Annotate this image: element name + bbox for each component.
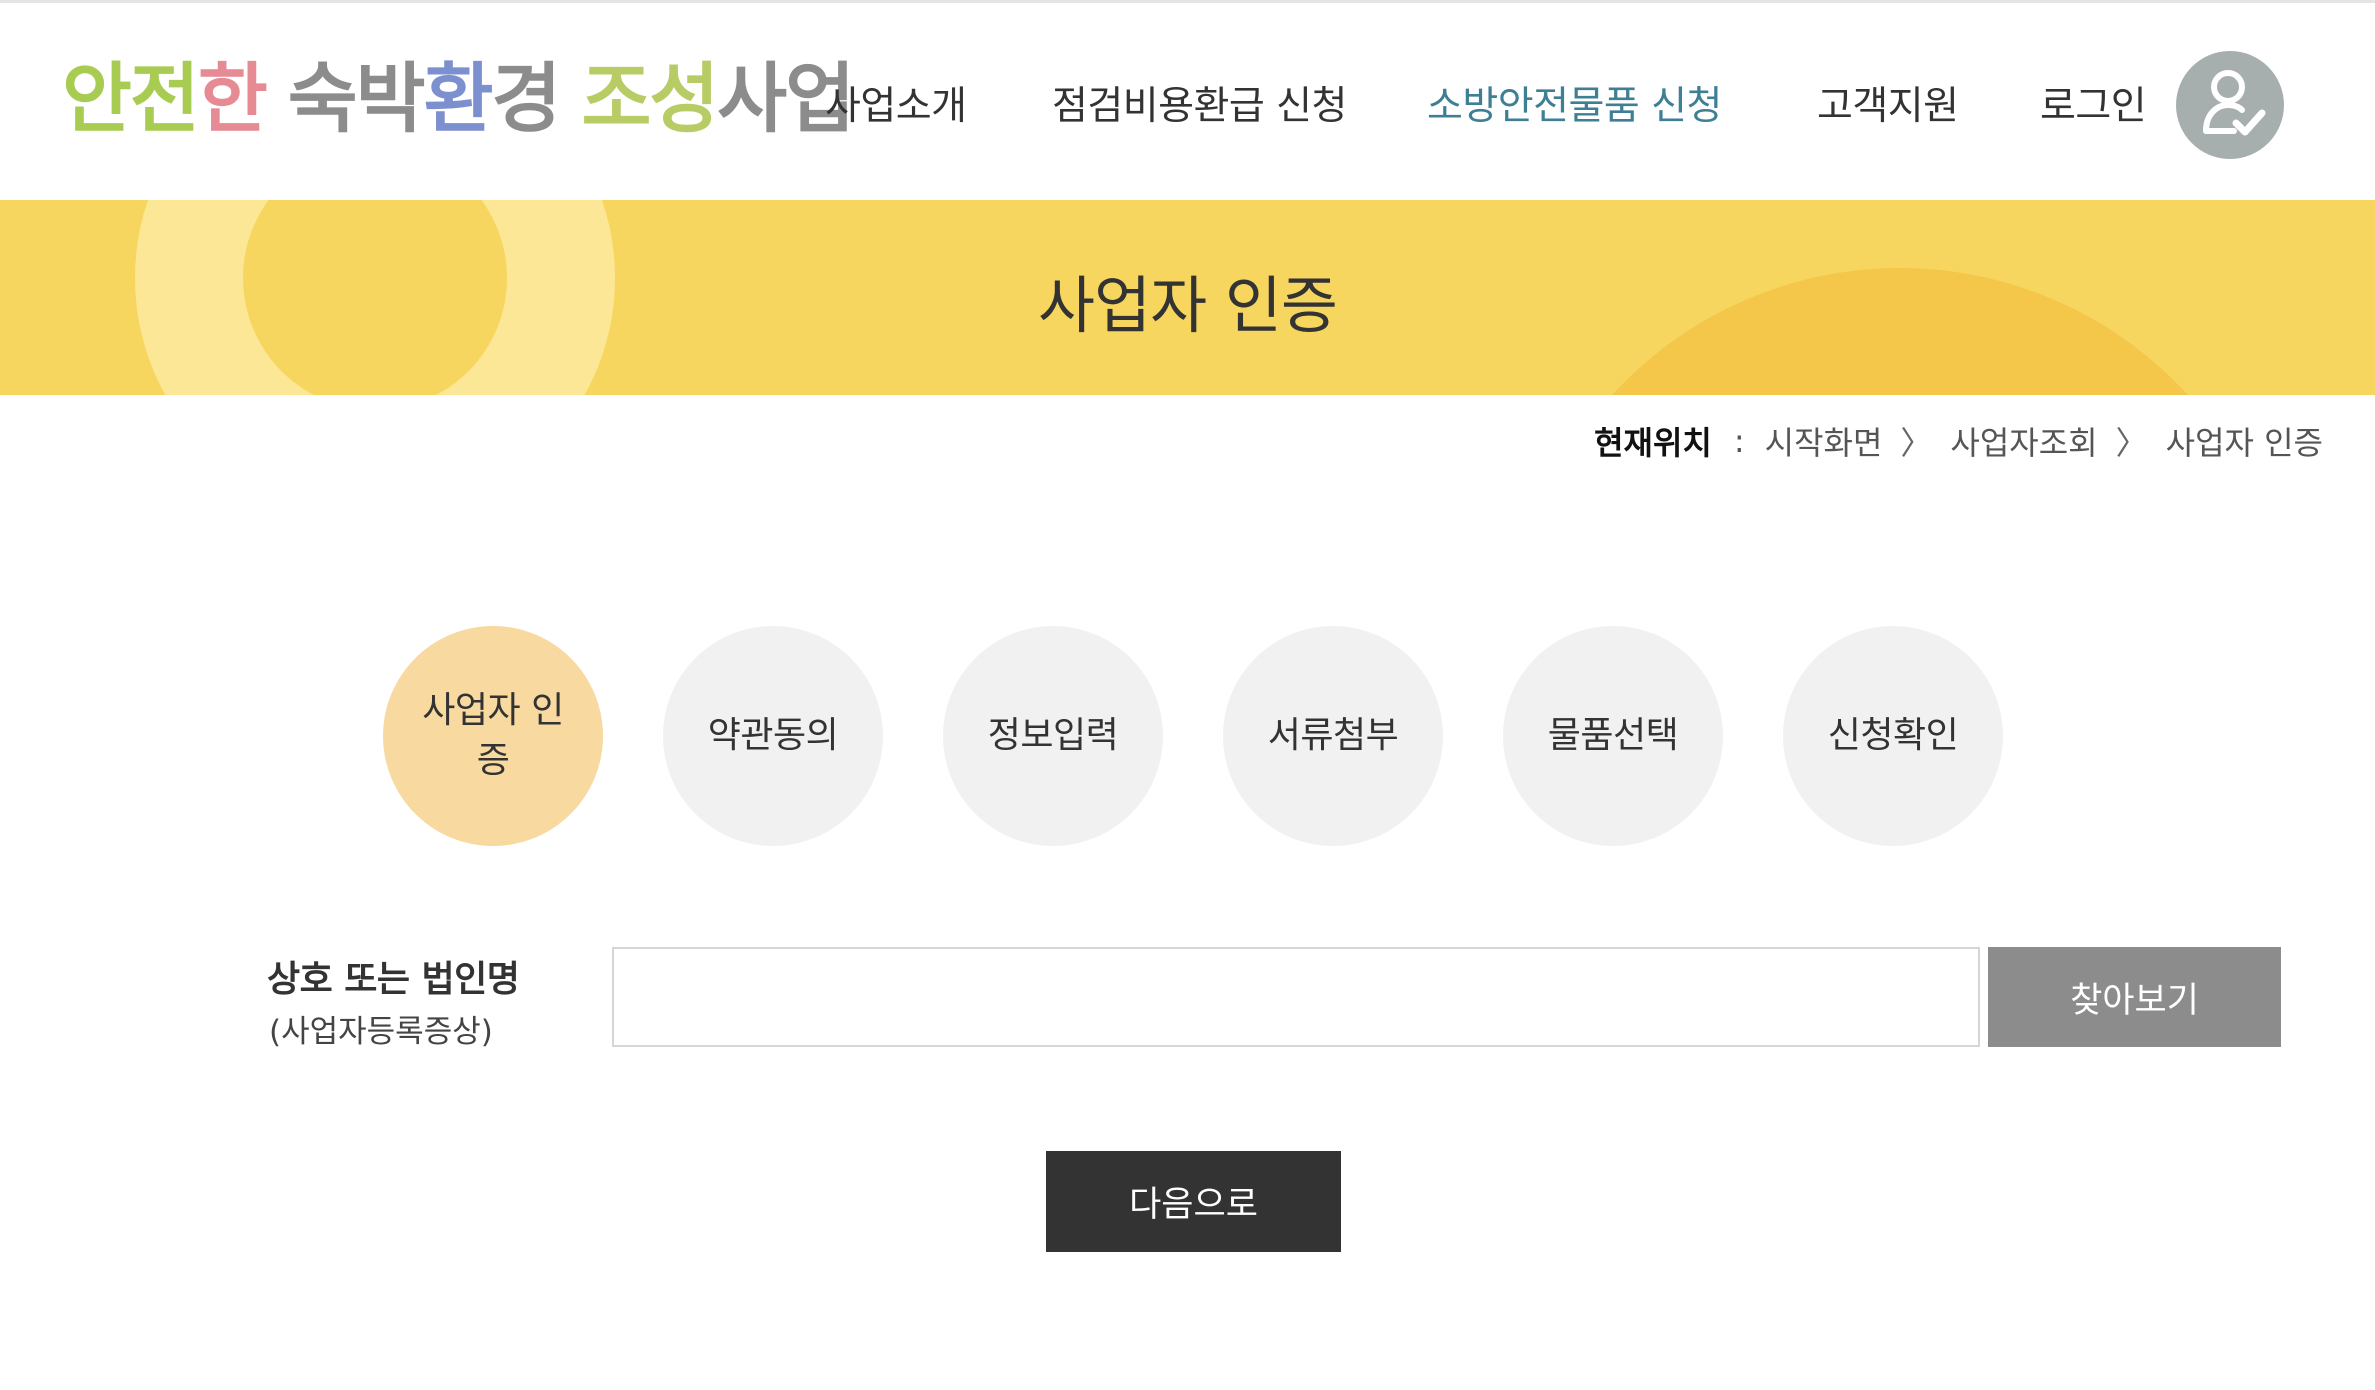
business-name-label: 상호 또는 법인명: [267, 959, 520, 1000]
breadcrumb-item-current: 사업자 인증: [2165, 424, 2323, 462]
step-item-select: 물품선택: [1503, 626, 1723, 846]
step-document-attach: 서류첨부: [1223, 626, 1443, 846]
site-header: 안전 한 숙박 환 경 조성 사업 사업소개 점검비용환급 신청 소방안전물품 신청 고객지…: [0, 0, 2375, 200]
breadcrumb-colon: :: [1733, 422, 1745, 460]
login-link[interactable]: 로그인: [2040, 75, 2147, 131]
breadcrumb-item-home[interactable]: 시작화면: [1765, 418, 1883, 464]
breadcrumb: 현재위치 : 시작화면 〉 사업자조회 〉 사업자 인증: [1594, 418, 2323, 464]
step-business-verification: 사업자 인증: [383, 626, 603, 846]
breadcrumb-separator-icon: 〉: [1900, 424, 1933, 462]
breadcrumb-separator-icon: 〉: [2115, 424, 2148, 462]
business-name-sublabel: (사업자등록증상): [269, 1014, 493, 1050]
business-name-input[interactable]: [612, 947, 1980, 1047]
step-terms-agreement: 약관동의: [663, 626, 883, 846]
nav-item-customer-support[interactable]: 고객지원: [1817, 75, 1959, 131]
next-button[interactable]: 다음으로: [1046, 1151, 1341, 1252]
site-logo[interactable]: 안전 한 숙박 환 경 조성 사업: [62, 54, 855, 143]
nav-item-fire-safety-request[interactable]: 소방안전물품 신청: [1427, 75, 1722, 131]
progress-steps: 사업자 인증 약관동의 정보입력 서류첨부 물품선택 신청확인: [383, 626, 2003, 846]
breadcrumb-label: 현재위치: [1594, 424, 1712, 462]
step-request-confirm: 신청확인: [1783, 626, 2003, 846]
user-check-icon[interactable]: [2176, 51, 2284, 159]
page-title: 사업자 인증: [1038, 269, 1338, 342]
nav-item-inspection-refund[interactable]: 점검비용환급 신청: [1052, 75, 1347, 131]
step-label: 서류첨부: [1267, 714, 1399, 756]
nav-item-business-intro[interactable]: 사업소개: [825, 75, 967, 131]
step-label: 사업자 인증: [422, 689, 564, 781]
logo-segment: 환: [423, 54, 494, 143]
page: 안전 한 숙박 환 경 조성 사업 사업소개 점검비용환급 신청 소방안전물품 신청 고객지…: [0, 0, 2375, 1390]
search-button[interactable]: 찾아보기: [1988, 947, 2281, 1047]
logo-segment: 안전: [62, 54, 200, 143]
step-label: 약관동의: [707, 714, 839, 756]
logo-segment: 경: [491, 54, 562, 143]
logo-segment: 조성: [581, 54, 719, 143]
step-info-entry: 정보입력: [943, 626, 1163, 846]
logo-segment: 한: [197, 54, 268, 143]
step-label: 물품선택: [1547, 714, 1679, 756]
step-label: 정보입력: [987, 714, 1119, 756]
logo-segment: 숙박: [287, 54, 426, 143]
page-banner: 사업자 인증: [0, 200, 2375, 395]
breadcrumb-item-business-lookup[interactable]: 사업자조회: [1950, 418, 2097, 464]
step-label: 신청확인: [1827, 714, 1959, 756]
